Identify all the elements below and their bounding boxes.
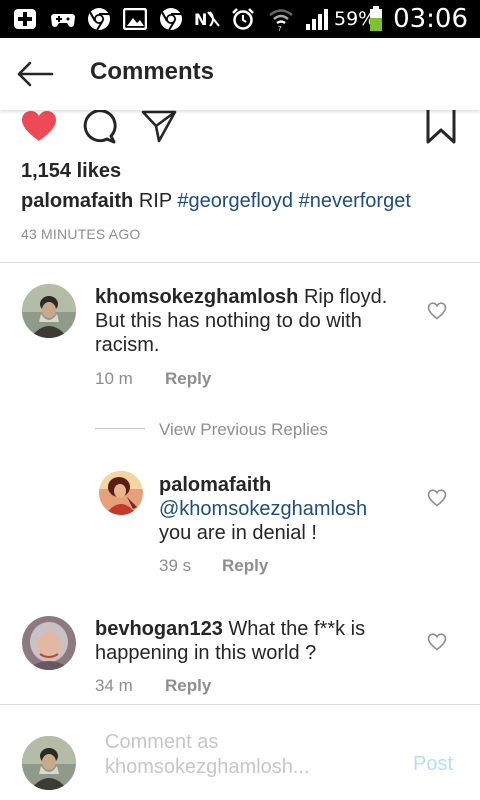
view-previous-replies-button[interactable]: View Previous Replies <box>159 420 328 440</box>
comment-time: 34 m <box>95 676 133 695</box>
back-arrow-icon[interactable] <box>14 56 56 92</box>
mention-link[interactable]: @khomsokezghamlosh <box>159 497 409 521</box>
alarm-clock-icon <box>230 7 256 31</box>
chrome-icon <box>158 7 184 31</box>
heart-outline-icon[interactable] <box>426 632 448 652</box>
comment-text: you are in denial ! <box>159 522 317 544</box>
reply-body: palomafaith @khomsokezghamlosh you are i… <box>159 473 409 545</box>
comment-bubble-icon[interactable] <box>80 108 118 144</box>
status-bar: N ? 59% 03:06 <box>0 0 480 38</box>
comment-input-placeholder: Comment as <box>105 731 219 753</box>
comment-body: bevhogan123 What the f**k is happening i… <box>95 617 415 665</box>
reply-button[interactable]: Reply <box>222 556 268 576</box>
comment-username[interactable]: bevhogan123 <box>95 618 223 640</box>
like-count[interactable]: 1,154 likes <box>21 160 121 183</box>
bookmark-icon[interactable] <box>422 108 460 144</box>
chrome-icon <box>86 7 112 31</box>
wifi-icon: ? <box>268 7 294 31</box>
comment-input[interactable]: Comment as khomsokezghamlosh... <box>105 730 385 780</box>
post-button[interactable]: Post <box>413 753 453 776</box>
avatar[interactable] <box>99 471 143 515</box>
heart-outline-icon[interactable] <box>426 488 448 508</box>
post-caption: palomafaith RIP #georgefloyd #neverforge… <box>21 190 411 213</box>
add-notification-icon <box>12 7 38 31</box>
hashtag-link[interactable]: #georgefloyd <box>177 190 293 212</box>
battery-icon <box>368 6 384 31</box>
reply-button[interactable]: Reply <box>165 369 211 389</box>
avatar <box>22 736 76 790</box>
comment-input-placeholder: khomsokezghamlosh... <box>105 756 310 778</box>
share-send-icon[interactable] <box>140 108 178 144</box>
signal-icon <box>304 7 330 31</box>
comment-text: But this has nothing to do with <box>95 310 362 332</box>
page-title: Comments <box>90 58 215 85</box>
divider <box>0 262 480 263</box>
comment-text: What the f**k is <box>228 618 366 640</box>
comment-body: khomsokezghamlosh Rip floyd. But this ha… <box>95 285 415 357</box>
hashtag-link[interactable]: #neverforget <box>299 190 411 212</box>
comment-username[interactable]: palomafaith <box>159 473 409 497</box>
comment-text: Rip floyd. <box>303 286 388 308</box>
post-timestamp: 43 MINUTES AGO <box>21 226 141 242</box>
clock: 03:06 <box>393 4 468 34</box>
avatar[interactable] <box>22 616 76 670</box>
game-controller-icon <box>50 7 76 31</box>
comment-username[interactable]: khomsokezghamlosh <box>95 286 298 308</box>
comment-text: happening in this world ? <box>95 642 317 664</box>
svg-text:?: ? <box>278 25 282 31</box>
gallery-icon <box>122 7 148 31</box>
heart-filled-icon[interactable] <box>20 108 58 144</box>
header: Comments <box>0 38 480 110</box>
comment-text: racism. <box>95 334 160 356</box>
comment-time: 10 m <box>95 369 133 388</box>
caption-username[interactable]: palomafaith <box>21 190 133 212</box>
avatar[interactable] <box>22 284 76 338</box>
svg-text:N: N <box>194 10 207 29</box>
divider <box>95 428 145 429</box>
comment-time: 39 s <box>159 556 192 575</box>
divider <box>0 704 480 705</box>
nfc-icon: N <box>194 7 220 31</box>
heart-outline-icon[interactable] <box>426 301 448 321</box>
reply-button[interactable]: Reply <box>165 676 211 696</box>
caption-text: RIP <box>138 190 172 212</box>
